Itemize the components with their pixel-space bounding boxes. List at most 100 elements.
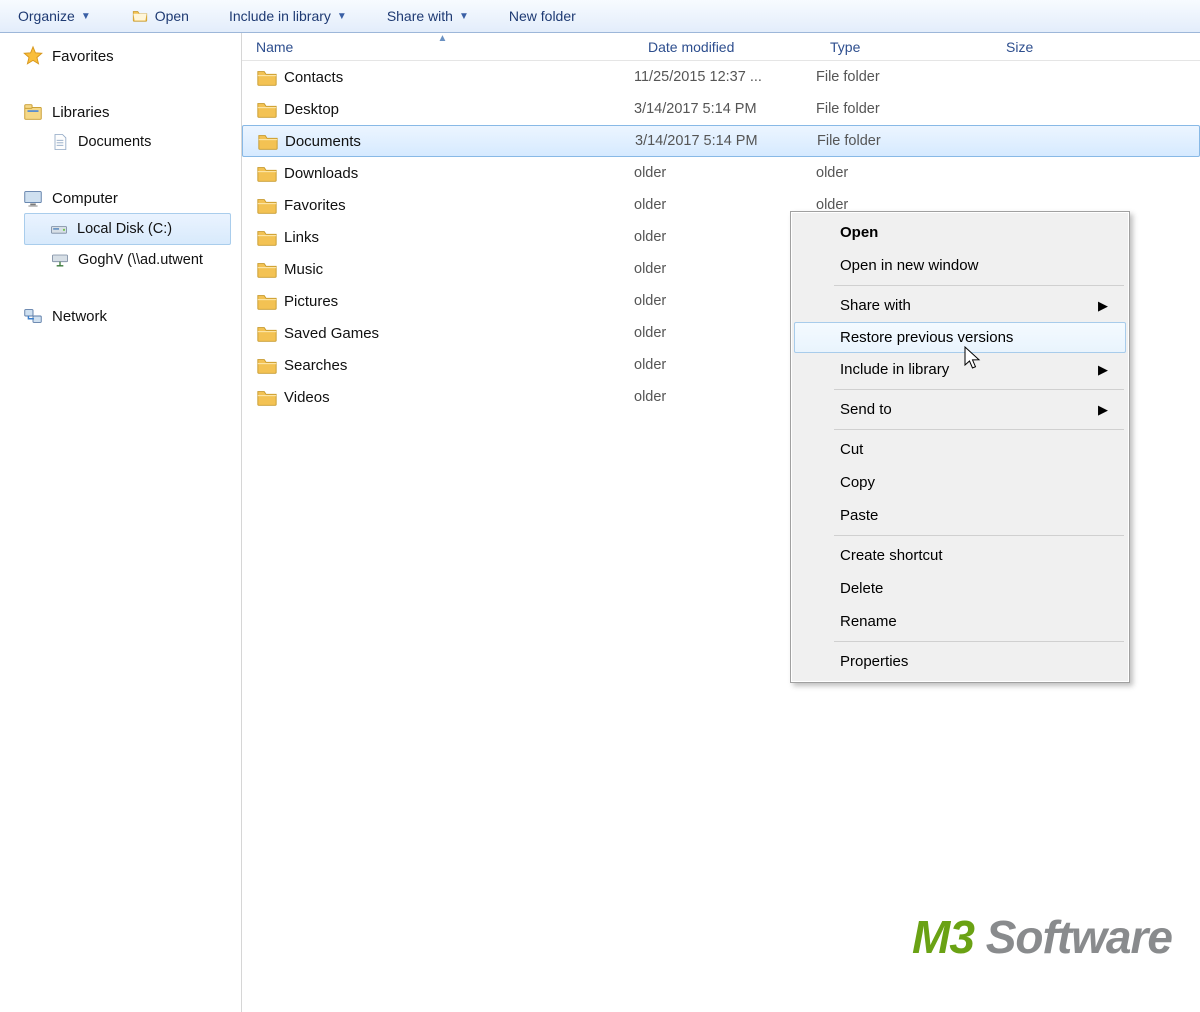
nav-item-documents[interactable]: Documents xyxy=(0,127,241,157)
ctx-copy[interactable]: Copy xyxy=(794,466,1126,499)
file-type: File folder xyxy=(816,101,992,117)
file-date: older xyxy=(634,197,816,213)
nav-computer-label: Computer xyxy=(52,190,118,207)
file-date: older xyxy=(634,261,816,277)
ctx-sendto-label: Send to xyxy=(840,401,892,418)
nav-group-libraries[interactable]: Libraries xyxy=(0,97,241,127)
toolbar-organize[interactable]: Organize ▼ xyxy=(8,4,101,28)
folder-icon xyxy=(256,291,278,311)
column-headers: Name ▲ Date modified Type Size xyxy=(242,33,1200,61)
folder-icon xyxy=(256,355,278,375)
file-type: File folder xyxy=(816,69,992,85)
toolbar-open-label: Open xyxy=(155,8,189,24)
file-name: Searches xyxy=(284,357,347,374)
ctx-restore-previous[interactable]: Restore previous versions xyxy=(794,322,1126,353)
file-name: Documents xyxy=(285,133,361,150)
file-type: older xyxy=(816,165,992,181)
drive-icon xyxy=(49,219,69,239)
ctx-open-label: Open xyxy=(840,224,878,241)
nav-group-favorites[interactable]: Favorites xyxy=(0,41,241,71)
file-date: older xyxy=(634,229,816,245)
nav-item-local-disk[interactable]: Local Disk (C:) xyxy=(24,213,231,245)
nav-group-network[interactable]: Network xyxy=(0,301,241,331)
ctx-separator xyxy=(834,389,1124,390)
col-type-label: Type xyxy=(830,39,860,55)
toolbar-share-label: Share with xyxy=(387,8,453,24)
col-date-label: Date modified xyxy=(648,39,734,55)
nav-network-label: Network xyxy=(52,308,107,325)
ctx-include-label: Include in library xyxy=(840,361,949,378)
file-date: older xyxy=(634,293,816,309)
ctx-cut[interactable]: Cut xyxy=(794,433,1126,466)
libraries-icon xyxy=(22,101,44,123)
context-menu: Open Open in new window Share with▶ Rest… xyxy=(790,211,1130,683)
toolbar-include-label: Include in library xyxy=(229,8,331,24)
file-name: Desktop xyxy=(284,101,339,118)
submenu-arrow-icon: ▶ xyxy=(1098,402,1108,418)
open-folder-icon xyxy=(131,7,149,25)
document-icon xyxy=(50,132,70,152)
watermark: M3 Software xyxy=(912,910,1172,964)
file-list-pane: Name ▲ Date modified Type Size Contacts1… xyxy=(242,33,1200,1012)
folder-icon xyxy=(256,259,278,279)
folder-icon xyxy=(257,131,279,151)
ctx-properties-label: Properties xyxy=(840,653,908,670)
toolbar-share-with[interactable]: Share with ▼ xyxy=(377,4,479,28)
sort-indicator-icon: ▲ xyxy=(438,33,448,44)
ctx-copy-label: Copy xyxy=(840,474,875,491)
file-name: Music xyxy=(284,261,323,278)
file-date: 3/14/2017 5:14 PM xyxy=(634,101,816,117)
toolbar-new-folder[interactable]: New folder xyxy=(499,4,586,28)
col-size[interactable]: Size xyxy=(992,39,1112,55)
ctx-delete[interactable]: Delete xyxy=(794,572,1126,605)
ctx-include-library[interactable]: Include in library ▶ xyxy=(794,353,1126,386)
watermark-software: Software xyxy=(974,911,1172,963)
file-date: older xyxy=(634,389,816,405)
file-row[interactable]: Desktop 3/14/2017 5:14 PMFile folder xyxy=(242,93,1200,125)
ctx-create-shortcut[interactable]: Create shortcut xyxy=(794,539,1126,572)
file-row[interactable]: Contacts11/25/2015 12:37 ...File folder xyxy=(242,61,1200,93)
network-icon xyxy=(22,305,44,327)
col-name[interactable]: Name ▲ xyxy=(242,39,634,55)
mouse-cursor-icon xyxy=(964,346,984,372)
ctx-rename[interactable]: Rename xyxy=(794,605,1126,638)
toolbar: Organize ▼ Open Include in library ▼ Sha… xyxy=(0,0,1200,33)
file-date: older xyxy=(634,325,816,341)
submenu-arrow-icon: ▶ xyxy=(1098,362,1108,378)
ctx-open-new-label: Open in new window xyxy=(840,257,978,274)
toolbar-open[interactable]: Open xyxy=(121,3,199,29)
ctx-rename-label: Rename xyxy=(840,613,897,630)
ctx-separator xyxy=(834,641,1124,642)
col-type[interactable]: Type xyxy=(816,39,992,55)
ctx-send-to[interactable]: Send to ▶ xyxy=(794,393,1126,426)
toolbar-newfolder-label: New folder xyxy=(509,8,576,24)
ctx-open[interactable]: Open xyxy=(794,216,1126,249)
file-row[interactable]: Documents3/14/2017 5:14 PMFile folder xyxy=(242,125,1200,157)
file-name: Videos xyxy=(284,389,330,406)
nav-group-computer[interactable]: Computer xyxy=(0,183,241,213)
ctx-cut-label: Cut xyxy=(840,441,863,458)
file-name: Pictures xyxy=(284,293,338,310)
folder-icon xyxy=(256,387,278,407)
toolbar-include-library[interactable]: Include in library ▼ xyxy=(219,4,357,28)
col-date[interactable]: Date modified xyxy=(634,39,816,55)
submenu-arrow-icon: ▶ xyxy=(1098,298,1108,314)
star-icon xyxy=(22,45,44,67)
dropdown-arrow-icon: ▼ xyxy=(459,11,469,22)
ctx-paste[interactable]: Paste xyxy=(794,499,1126,532)
ctx-open-new-window[interactable]: Open in new window xyxy=(794,249,1126,282)
nav-pane: Favorites Libraries Documents Computer xyxy=(0,33,242,1012)
file-name: Contacts xyxy=(284,69,343,86)
ctx-properties[interactable]: Properties xyxy=(794,645,1126,678)
watermark-m3: M3 xyxy=(912,911,974,963)
nav-documents-label: Documents xyxy=(78,129,151,155)
col-size-label: Size xyxy=(1006,39,1033,55)
folder-icon xyxy=(256,227,278,247)
file-date: older xyxy=(634,357,816,373)
ctx-delete-label: Delete xyxy=(840,580,883,597)
nav-item-network-drive[interactable]: GoghV (\\ad.utwent xyxy=(0,245,241,275)
file-row[interactable]: Downloadsolderolder xyxy=(242,157,1200,189)
ctx-separator xyxy=(834,285,1124,286)
ctx-share-with[interactable]: Share with▶ xyxy=(794,289,1126,322)
file-date: older xyxy=(634,165,816,181)
